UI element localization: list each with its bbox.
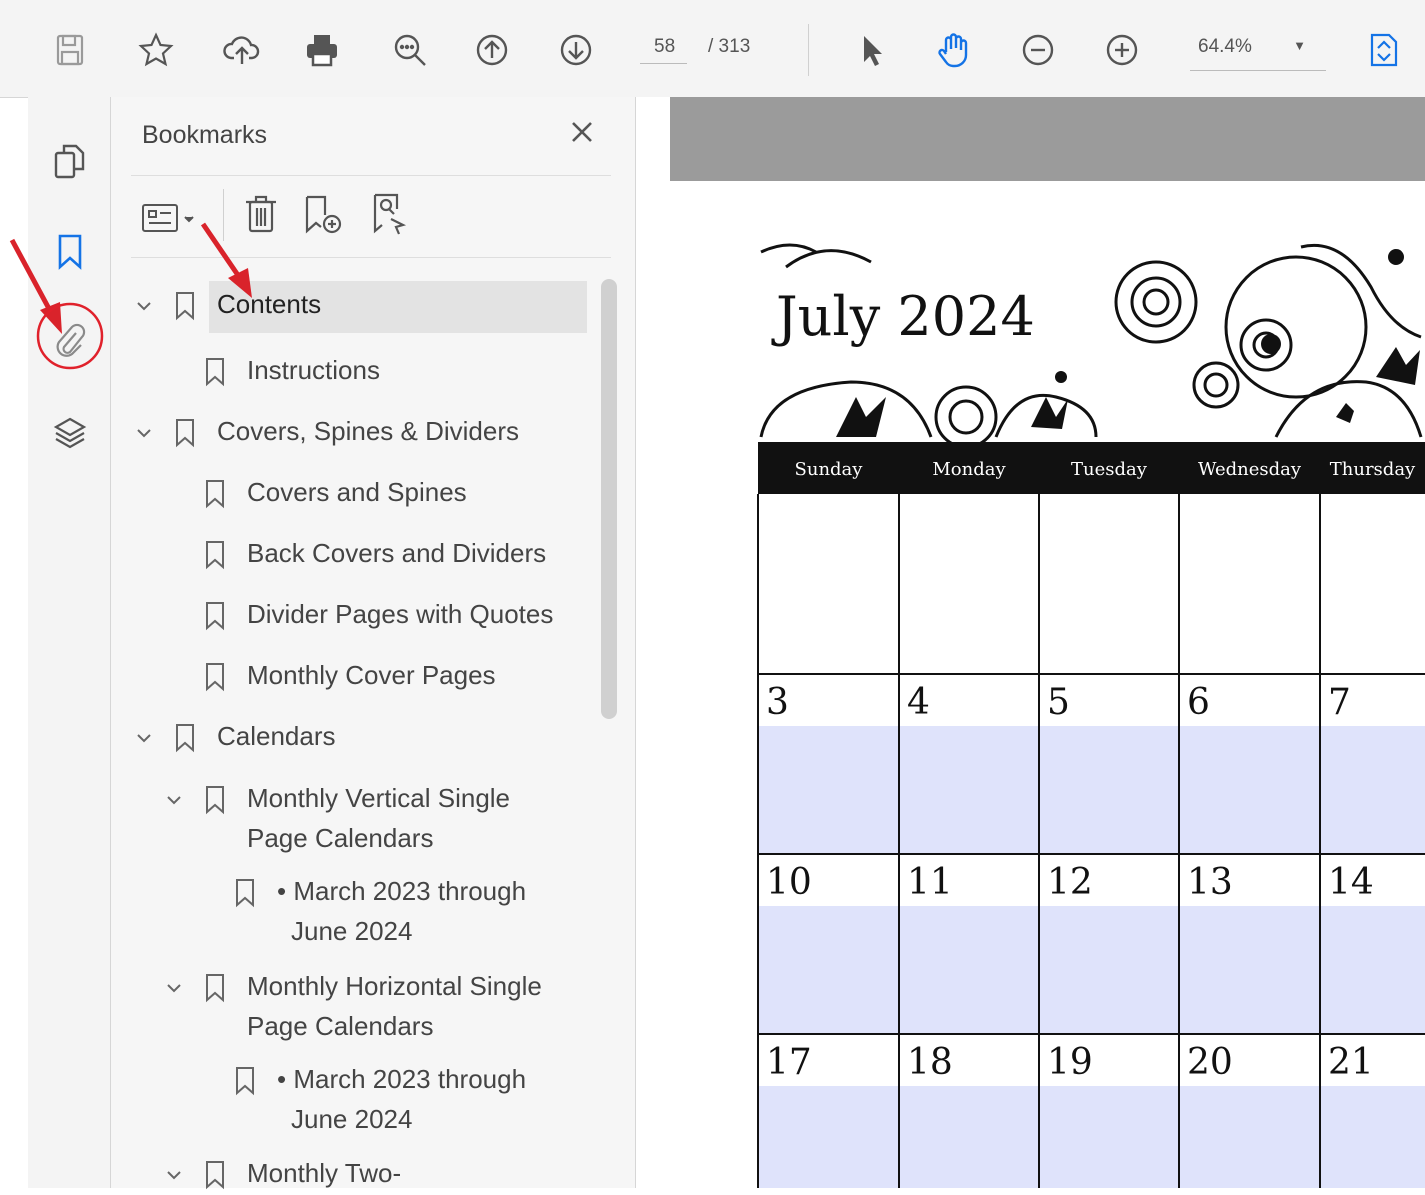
cell-highlight [758,726,1425,854]
zoom-dropdown[interactable]: 64.4% ▼ [1190,36,1326,71]
total-pages: / 313 [708,36,751,57]
day-number: 20 [1187,1042,1233,1083]
day-number: 5 [1047,682,1070,723]
bookmark-item-label[interactable]: Monthly Horizontal Single [247,966,542,1006]
page-down-icon[interactable] [552,24,600,76]
divider [131,175,611,176]
attachment-icon[interactable] [50,321,90,361]
chevron-down-icon[interactable] [163,780,185,820]
bookmark-item-label[interactable]: Back Covers and Dividers [247,533,546,573]
divider [131,257,611,258]
cell-highlight [758,1086,1425,1188]
zoom-in-icon[interactable] [1098,24,1146,76]
weekday-label: Monday [932,459,1006,480]
layers-icon[interactable] [50,413,90,453]
close-icon[interactable] [567,117,597,147]
find-bookmark-icon[interactable] [369,191,413,237]
bookmark-item-icon [203,533,227,573]
toolbar-divider [223,189,224,241]
bookmark-item-icon [233,871,257,911]
select-cursor-icon[interactable] [846,24,894,76]
day-number: 13 [1187,862,1233,903]
day-number: 14 [1328,862,1374,903]
bookmark-item-label[interactable]: Monthly Two- [247,1153,401,1193]
bookmark-item-label[interactable]: Covers, Spines & Dividers [217,411,519,451]
cell-fills [758,726,1425,1188]
chevron-down-icon[interactable] [163,1155,185,1195]
day-number: 10 [766,862,812,903]
toolbar: 58 / 313 64.4% ▼ [0,0,1425,98]
weekday-label: Sunday [795,459,864,480]
bookmark-item-label[interactable]: Calendars [217,716,336,756]
new-bookmark-icon[interactable] [301,193,345,237]
bookmark-item-icon [203,594,227,634]
bookmark-item-label-line2[interactable]: June 2024 [291,911,412,951]
bookmarks-panel: Bookmarks Contents Instructions Covers, Sp… [111,97,636,1190]
delete-icon[interactable] [241,193,281,235]
calendar-page: July 2024 Sunday Monday Tuesday Wednesday Th… [757,243,1425,1188]
pages-icon[interactable] [50,141,90,181]
current-page-value[interactable]: 58 [640,36,688,64]
day-number: 3 [766,682,789,723]
bookmark-item-label[interactable]: Covers and Spines [247,472,467,512]
bookmark-item-icon [203,350,227,390]
day-number: 4 [907,682,930,723]
weekday-label: Wednesday [1198,459,1302,480]
scrollbar-thumb[interactable] [601,279,617,719]
bookmark-item-label-line2[interactable]: Page Calendars [247,1006,433,1046]
page-up-icon[interactable] [468,24,516,76]
day-number: 17 [766,1042,812,1083]
page-number-field[interactable]: 58 [640,36,688,64]
chevron-down-icon[interactable] [163,968,185,1008]
bookmark-item-icon [173,284,197,324]
day-number: 18 [907,1042,953,1083]
cell-highlight [758,906,1425,1034]
bookmark-item-label-line2[interactable]: June 2024 [291,1099,412,1139]
day-number: 21 [1328,1042,1374,1083]
day-number: 19 [1047,1042,1093,1083]
zoom-out-icon[interactable] [1014,24,1062,76]
zoom-search-icon[interactable] [386,24,434,76]
chevron-down-icon[interactable] [133,413,155,453]
bookmark-item-label[interactable]: Divider Pages with Quotes [247,594,553,634]
day-number: 6 [1187,682,1210,723]
bookmark-item-icon [203,472,227,512]
bookmark-item-label[interactable]: Instructions [247,350,380,390]
bookmark-options-button[interactable] [141,199,201,239]
hand-tool-icon[interactable] [930,24,978,76]
bookmark-item-icon [233,1059,257,1099]
weekday-label: Tuesday [1071,459,1148,480]
chevron-down-icon[interactable] [133,286,155,326]
bookmark-item-label-line2[interactable]: Page Calendars [247,818,433,858]
print-icon[interactable] [298,24,346,76]
zoom-value: 64.4% [1198,36,1252,57]
bookmark-item-label[interactable]: • March 2023 through [277,1059,526,1099]
day-number: 7 [1328,682,1351,723]
bookmark-item-icon [203,966,227,1006]
toolbar-divider [808,24,809,76]
bookmark-item-icon [203,778,227,818]
panel-title: Bookmarks [142,121,268,149]
left-rail [28,97,111,1188]
bookmark-item-label[interactable]: Monthly Cover Pages [247,655,496,695]
cloud-upload-icon[interactable] [218,24,266,76]
day-number: 11 [907,862,953,903]
bookmark-item-icon [173,411,197,451]
bookmark-icon[interactable] [50,231,90,271]
star-icon[interactable] [132,24,180,76]
chevron-down-icon[interactable] [133,718,155,758]
weekday-label: Thursday [1330,459,1416,480]
bookmark-item-label[interactable]: • March 2023 through [277,871,526,911]
bookmark-item-label[interactable]: Monthly Vertical Single [247,778,510,818]
bookmark-item-label[interactable]: Contents [217,284,321,324]
chevron-down-icon: ▼ [1293,38,1306,53]
document-area: July 2024 Sunday Monday Tuesday Wednesday Th… [636,97,1425,1188]
calendar-title: July 2024 [771,285,1035,348]
bookmark-item-icon [203,655,227,695]
bookmark-item-icon [173,716,197,756]
save-icon[interactable] [46,24,94,76]
bookmark-item-icon [203,1153,227,1193]
page-fit-icon[interactable] [1360,24,1408,76]
day-number: 12 [1047,862,1093,903]
